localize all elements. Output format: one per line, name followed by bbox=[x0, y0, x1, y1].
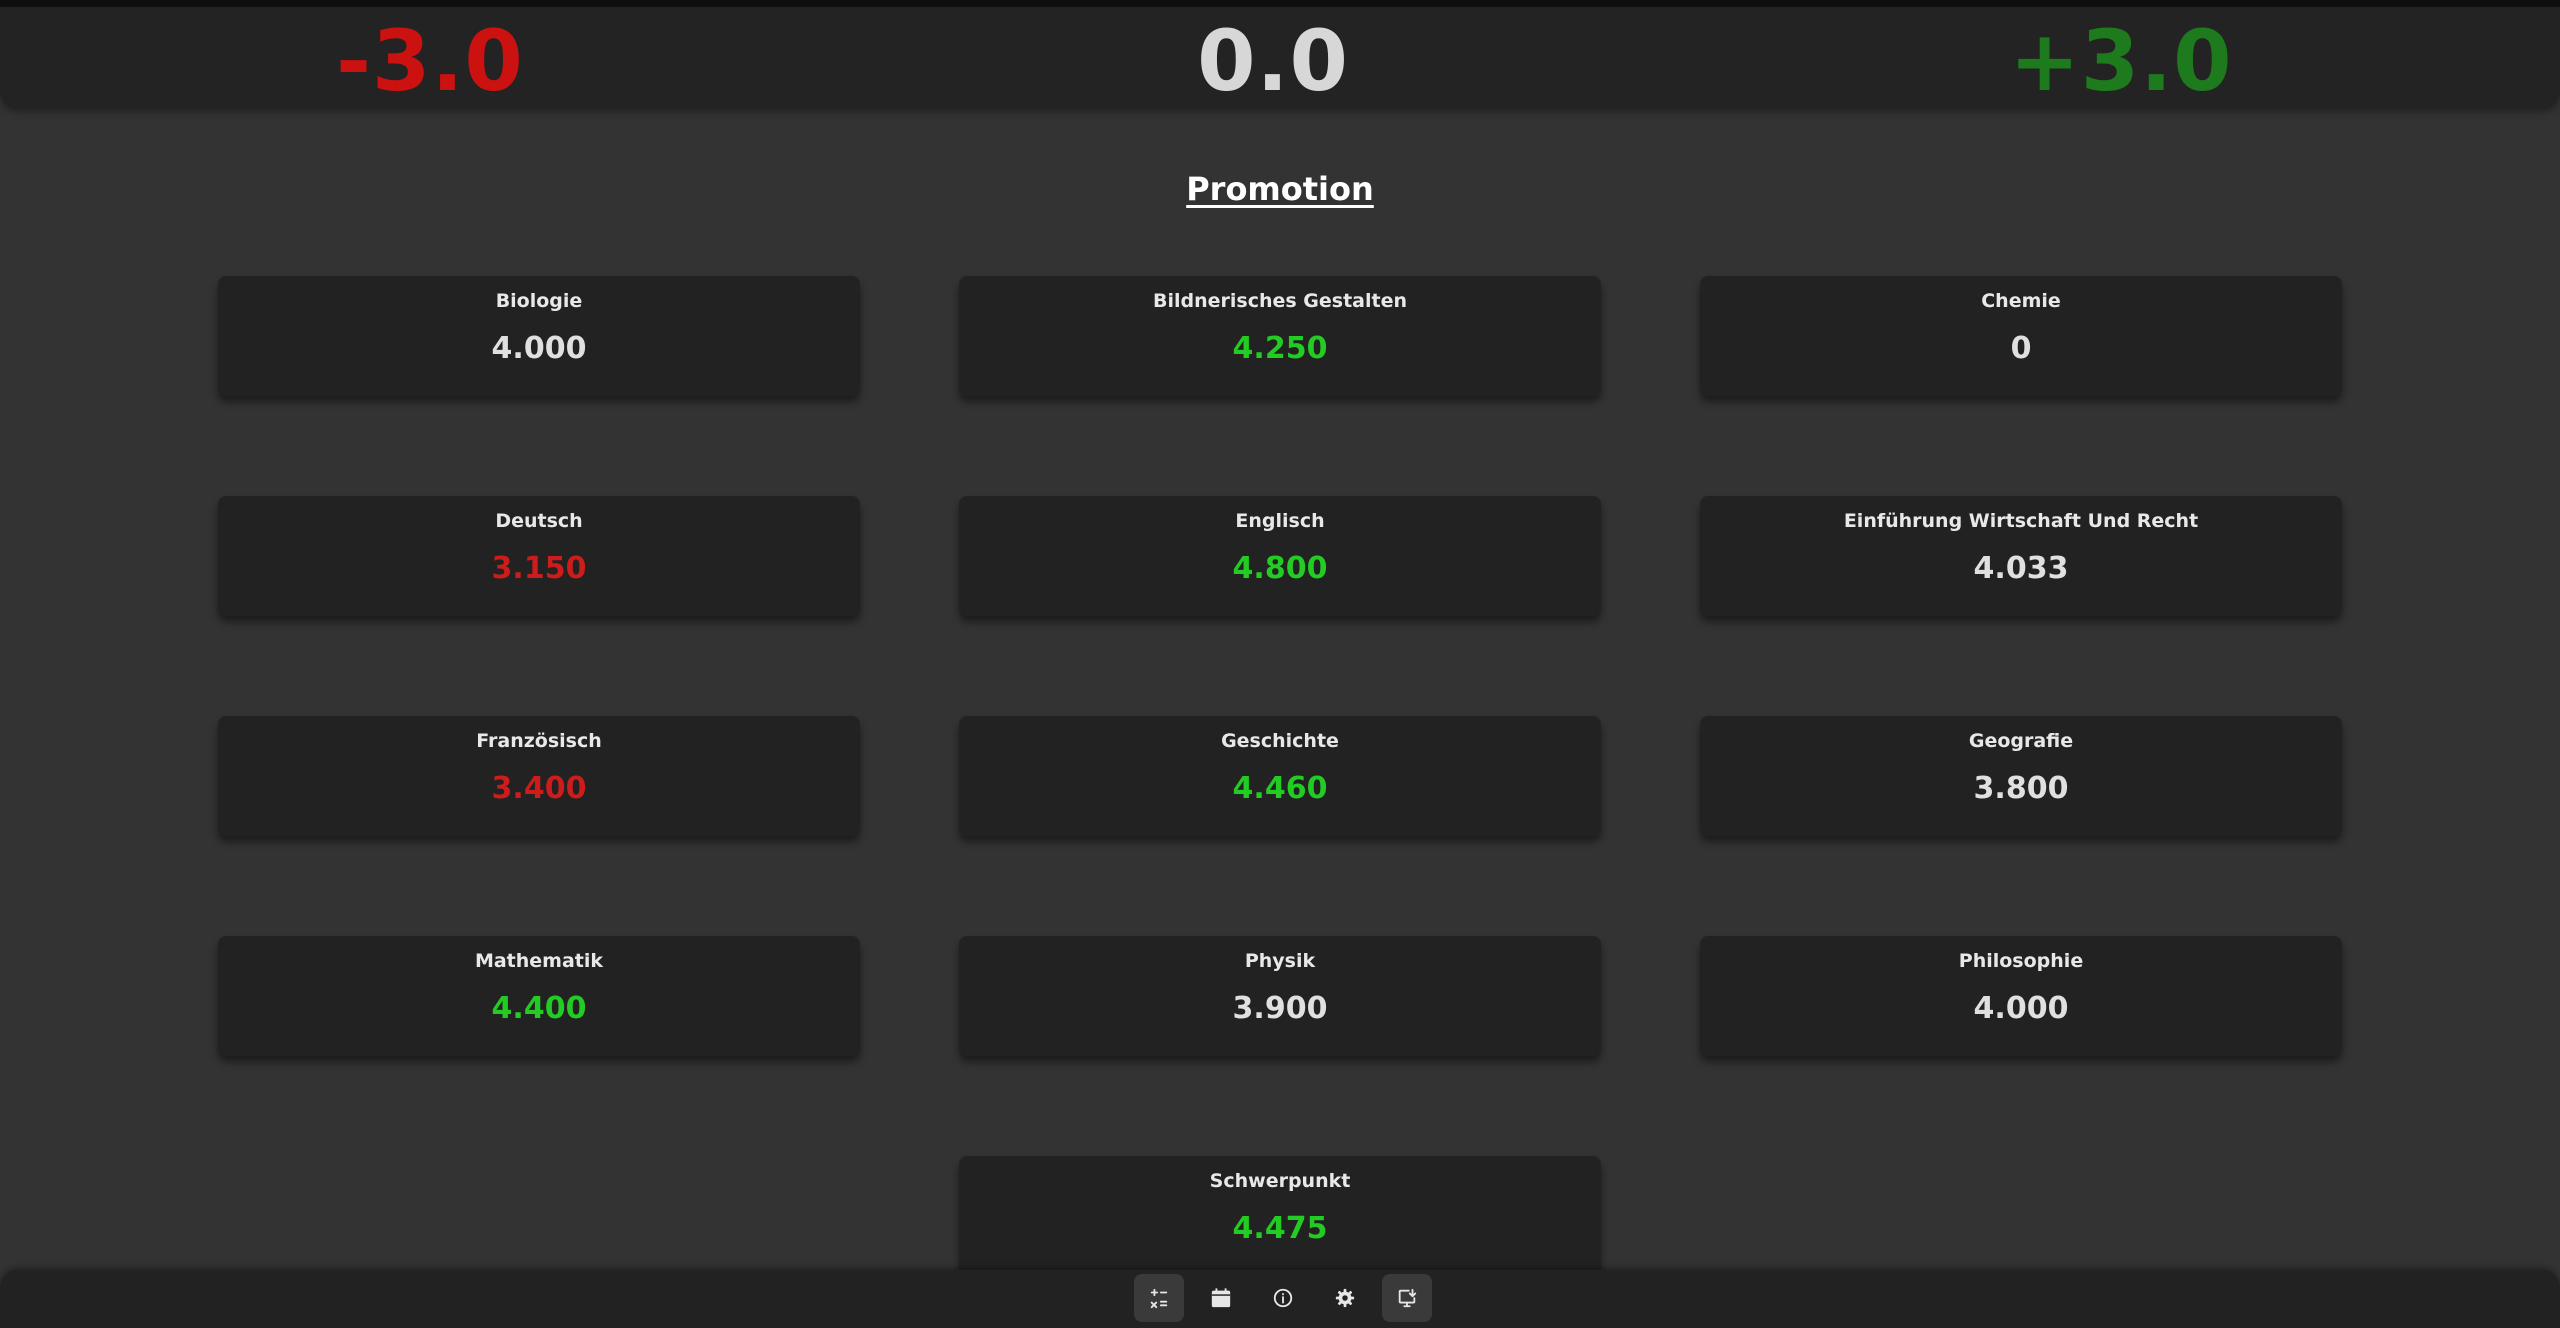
subject-name: Biologie bbox=[495, 290, 583, 312]
subject-card-bildnerisches-gestalten[interactable]: Bildnerisches Gestalten 4.250 bbox=[959, 276, 1601, 396]
subject-name: Schwerpunkt bbox=[1209, 1170, 1351, 1192]
subject-grade: 4.033 bbox=[1973, 551, 2069, 586]
subject-name: Chemie bbox=[1981, 290, 2061, 312]
export-icon bbox=[1398, 1288, 1417, 1308]
subject-grade: 4.000 bbox=[1973, 991, 2069, 1026]
top-border bbox=[0, 0, 2560, 7]
subject-card-schwerpunkt[interactable]: Schwerpunkt 4.475 bbox=[959, 1156, 1601, 1276]
subject-card-geschichte[interactable]: Geschichte 4.460 bbox=[959, 716, 1601, 836]
subject-card-physik[interactable]: Physik 3.900 bbox=[959, 936, 1601, 1056]
subject-name: Deutsch bbox=[495, 510, 583, 532]
nav-calendar-button[interactable] bbox=[1196, 1274, 1246, 1322]
subject-name: Philosophie bbox=[1958, 950, 2084, 972]
score-bar: -3.0 0.0 +3.0 bbox=[0, 7, 2560, 110]
nav-info-button[interactable] bbox=[1258, 1274, 1308, 1322]
subject-name: Französisch bbox=[476, 730, 602, 752]
subject-grade: 3.900 bbox=[1232, 991, 1328, 1026]
subject-card-geografie[interactable]: Geografie 3.800 bbox=[1700, 716, 2342, 836]
subject-card-wirtschaft-recht[interactable]: Einführung Wirtschaft Und Recht 4.033 bbox=[1700, 496, 2342, 616]
subject-grade: 3.800 bbox=[1973, 771, 2069, 806]
score-zero: 0.0 bbox=[1197, 12, 1349, 110]
subject-card-chemie[interactable]: Chemie 0 bbox=[1700, 276, 2342, 396]
subject-name: Einführung Wirtschaft Und Recht bbox=[1843, 510, 2199, 532]
subject-grade: 3.150 bbox=[491, 551, 587, 586]
subject-name: Bildnerisches Gestalten bbox=[1152, 290, 1407, 312]
page-title: Promotion bbox=[1186, 170, 1374, 208]
score-positive: +3.0 bbox=[2009, 12, 2233, 110]
calculator-icon bbox=[1150, 1288, 1168, 1309]
subject-grade: 4.400 bbox=[491, 991, 587, 1026]
calendar-icon bbox=[1211, 1288, 1231, 1308]
subject-grid: Biologie 4.000 Bildnerisches Gestalten 4… bbox=[218, 276, 2342, 1276]
subject-name: Geografie bbox=[1968, 730, 2074, 752]
subject-grade: 4.800 bbox=[1232, 551, 1328, 586]
score-negative: -3.0 bbox=[336, 12, 524, 110]
subject-card-deutsch[interactable]: Deutsch 3.150 bbox=[218, 496, 860, 616]
subject-name: Geschichte bbox=[1221, 730, 1339, 752]
nav-settings-button[interactable] bbox=[1320, 1274, 1370, 1322]
subject-name: Mathematik bbox=[474, 950, 604, 972]
nav-calculator-button[interactable] bbox=[1134, 1274, 1184, 1322]
subject-card-biologie[interactable]: Biologie 4.000 bbox=[218, 276, 860, 396]
subject-grade: 3.400 bbox=[491, 771, 587, 806]
subject-grade: 4.250 bbox=[1232, 331, 1328, 366]
bottom-nav bbox=[1134, 1274, 1432, 1322]
subject-card-mathematik[interactable]: Mathematik 4.400 bbox=[218, 936, 860, 1056]
subject-card-englisch[interactable]: Englisch 4.800 bbox=[959, 496, 1601, 616]
subject-name: Englisch bbox=[1235, 510, 1325, 532]
subject-grade: 4.475 bbox=[1232, 1211, 1328, 1246]
nav-export-button[interactable] bbox=[1382, 1274, 1432, 1322]
subject-grade: 4.000 bbox=[491, 331, 587, 366]
subject-grade: 4.460 bbox=[1232, 771, 1328, 806]
subject-card-franzoesisch[interactable]: Französisch 3.400 bbox=[218, 716, 860, 836]
subject-grade: 0 bbox=[2010, 331, 2032, 366]
info-icon bbox=[1273, 1288, 1293, 1308]
gear-icon bbox=[1335, 1288, 1355, 1308]
subject-card-philosophie[interactable]: Philosophie 4.000 bbox=[1700, 936, 2342, 1056]
subject-name: Physik bbox=[1244, 950, 1316, 972]
